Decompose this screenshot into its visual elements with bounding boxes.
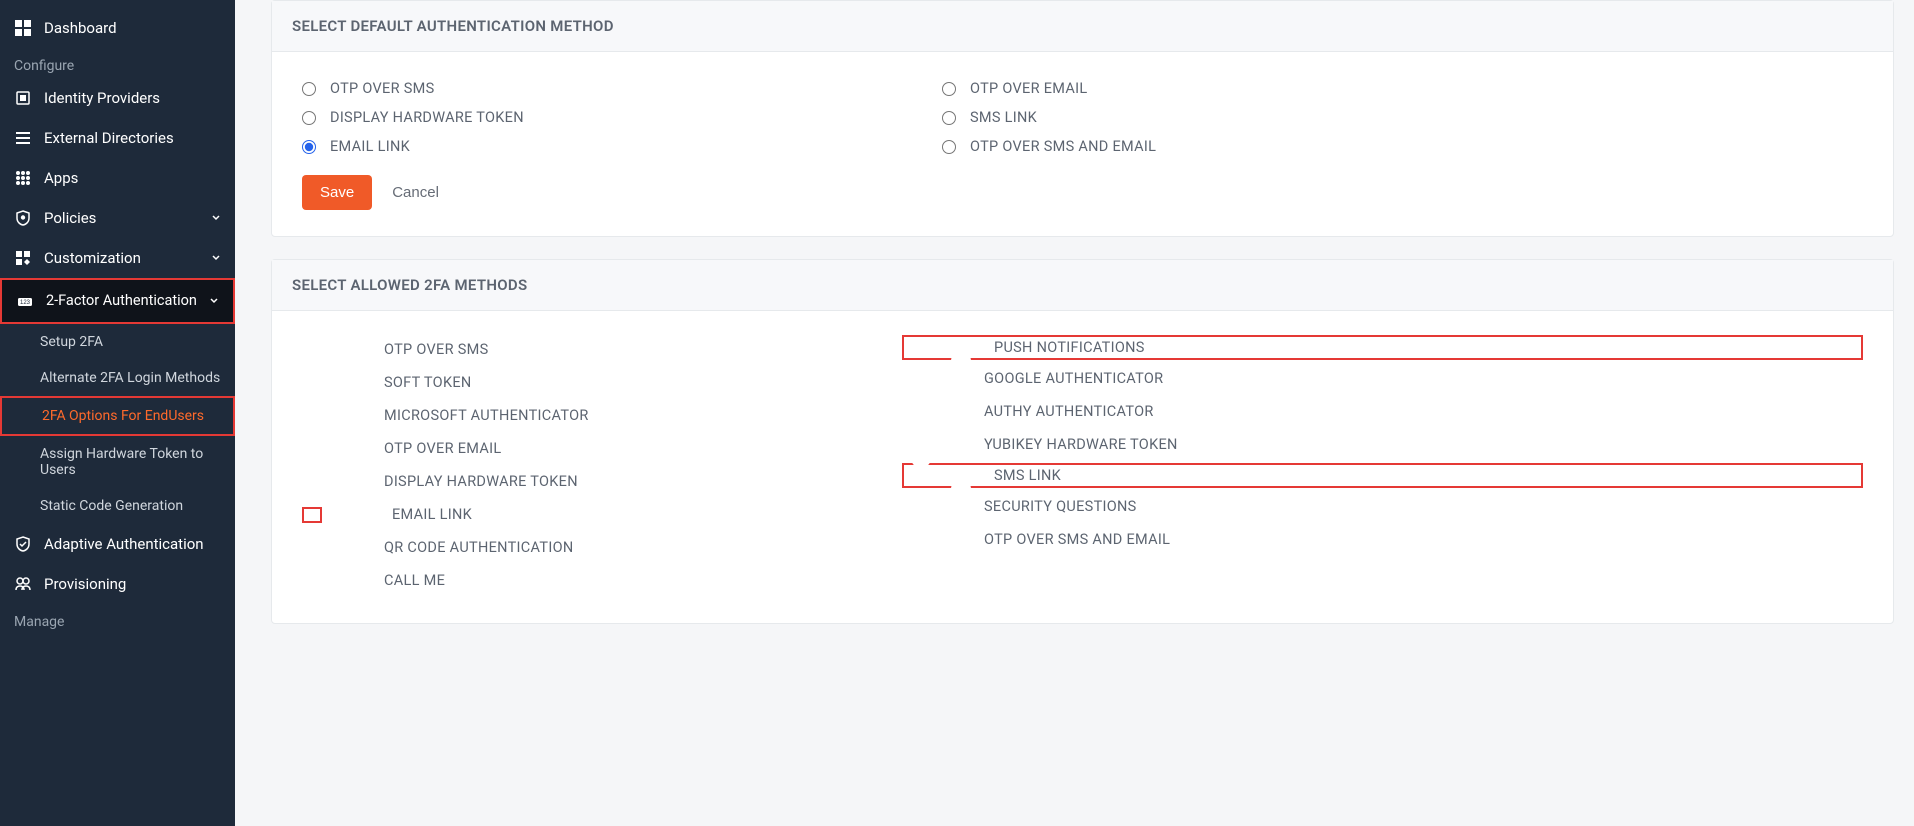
sidebar-item-label: Provisioning bbox=[44, 575, 221, 593]
toggle-row-authy: AUTHY AUTHENTICATOR bbox=[902, 395, 1863, 428]
radio-input[interactable] bbox=[302, 140, 316, 154]
radio-label: OTP OVER EMAIL bbox=[970, 80, 1087, 97]
toggle-col-left: OTP OVER SMS SOFT TOKEN MICROSOFT AUTHEN… bbox=[302, 333, 862, 597]
radio-otp-over-email[interactable]: OTP OVER EMAIL bbox=[942, 74, 1863, 103]
toggle-label: GOOGLE AUTHENTICATOR bbox=[984, 370, 1163, 387]
sidebar-subitem-options-highlight: 2FA Options For EndUsers bbox=[0, 396, 235, 436]
sidebar-subitem-2fa-options[interactable]: 2FA Options For EndUsers bbox=[2, 398, 233, 434]
radio-display-hardware-token[interactable]: DISPLAY HARDWARE TOKEN bbox=[302, 103, 862, 132]
sidebar-section-configure: Configure bbox=[0, 48, 235, 78]
radio-input[interactable] bbox=[942, 140, 956, 154]
sidebar-subitem-setup-2fa[interactable]: Setup 2FA bbox=[0, 324, 235, 360]
sidebar-subitem-assign-token[interactable]: Assign Hardware Token to Users bbox=[0, 436, 235, 488]
sidebar-subitem-alt-login[interactable]: Alternate 2FA Login Methods bbox=[0, 360, 235, 396]
toggle-label: MICROSOFT AUTHENTICATOR bbox=[384, 407, 589, 424]
sidebar-section-manage: Manage bbox=[0, 604, 235, 634]
toggle-label: PUSH NOTIFICATIONS bbox=[994, 339, 1145, 356]
radio-sms-link[interactable]: SMS LINK bbox=[942, 103, 1863, 132]
2fa-icon: 123 bbox=[16, 292, 34, 310]
save-button[interactable]: Save bbox=[302, 175, 372, 210]
sidebar-item-label: Policies bbox=[44, 209, 211, 227]
card-default-auth-method: SELECT DEFAULT AUTHENTICATION METHOD OTP… bbox=[271, 0, 1894, 237]
sidebar-item-apps[interactable]: Apps bbox=[0, 158, 235, 198]
idp-icon bbox=[14, 89, 32, 107]
radio-input[interactable] bbox=[302, 82, 316, 96]
card-header: SELECT DEFAULT AUTHENTICATION METHOD bbox=[272, 1, 1893, 52]
radio-email-link[interactable]: EMAIL LINK bbox=[302, 132, 862, 161]
radio-input[interactable] bbox=[942, 82, 956, 96]
svg-text:123: 123 bbox=[20, 300, 31, 306]
sidebar-item-2fa-highlight: 123 2-Factor Authentication bbox=[0, 278, 235, 324]
toggle-label: OTP OVER EMAIL bbox=[384, 440, 501, 457]
sidebar-item-label: Adaptive Authentication bbox=[44, 535, 221, 553]
directories-icon bbox=[14, 129, 32, 147]
card-header: SELECT ALLOWED 2FA METHODS bbox=[272, 260, 1893, 311]
sidebar-item-label: Apps bbox=[44, 169, 221, 187]
customization-icon bbox=[14, 249, 32, 267]
toggle-col-right: PUSH NOTIFICATIONS GOOGLE AUTHENTICATOR … bbox=[902, 333, 1863, 597]
toggle-label: EMAIL LINK bbox=[392, 506, 472, 523]
sidebar-item-label: External Directories bbox=[44, 129, 221, 147]
toggle-label: OTP OVER SMS AND EMAIL bbox=[984, 531, 1170, 548]
toggle-row-ms-authenticator: MICROSOFT AUTHENTICATOR bbox=[302, 399, 862, 432]
toggle-label: SMS LINK bbox=[994, 467, 1061, 484]
sidebar-item-label: 2-Factor Authentication bbox=[46, 292, 209, 309]
toggle-label: SOFT TOKEN bbox=[384, 374, 472, 391]
toggle-row-soft-token: SOFT TOKEN bbox=[302, 366, 862, 399]
toggle-row-display-hardware-token: DISPLAY HARDWARE TOKEN bbox=[302, 465, 862, 498]
toggle-label: SECURITY QUESTIONS bbox=[984, 498, 1137, 515]
toggle-row-security-questions: SECURITY QUESTIONS bbox=[902, 490, 1863, 523]
policies-icon bbox=[14, 209, 32, 227]
toggle-row-otp-over-email: OTP OVER EMAIL bbox=[302, 432, 862, 465]
highlight-email-link bbox=[302, 507, 322, 523]
toggle-row-sms-link: SMS LINK bbox=[902, 463, 1863, 488]
toggle-row-push-notifications: PUSH NOTIFICATIONS bbox=[902, 335, 1863, 360]
chevron-down-icon bbox=[209, 296, 219, 306]
cancel-button[interactable]: Cancel bbox=[392, 184, 439, 201]
chevron-down-icon bbox=[211, 253, 221, 263]
toggle-row-yubikey: YUBIKEY HARDWARE TOKEN bbox=[902, 428, 1863, 461]
provisioning-icon bbox=[14, 575, 32, 593]
toggle-row-call-me: CALL ME bbox=[302, 564, 862, 597]
toggle-row-google-authenticator: GOOGLE AUTHENTICATOR bbox=[902, 362, 1863, 395]
radio-otp-over-sms-and-email[interactable]: OTP OVER SMS AND EMAIL bbox=[942, 132, 1863, 161]
sidebar-item-dashboard[interactable]: Dashboard bbox=[0, 8, 235, 48]
sidebar-subitem-static-code[interactable]: Static Code Generation bbox=[0, 488, 235, 524]
toggle-row-otp-sms-and-email: OTP OVER SMS AND EMAIL bbox=[902, 523, 1863, 556]
radio-label: OTP OVER SMS AND EMAIL bbox=[970, 138, 1156, 155]
toggle-label: AUTHY AUTHENTICATOR bbox=[984, 403, 1154, 420]
chevron-down-icon bbox=[211, 213, 221, 223]
sidebar-item-policies[interactable]: Policies bbox=[0, 198, 235, 238]
toggle-row-email-link: EMAIL LINK bbox=[302, 498, 862, 531]
toggle-label: CALL ME bbox=[384, 572, 445, 589]
shield-check-icon bbox=[14, 535, 32, 553]
sidebar-item-provisioning[interactable]: Provisioning bbox=[0, 564, 235, 604]
radio-label: DISPLAY HARDWARE TOKEN bbox=[330, 109, 524, 126]
radio-label: OTP OVER SMS bbox=[330, 80, 434, 97]
radio-input[interactable] bbox=[302, 111, 316, 125]
sidebar-item-label: Customization bbox=[44, 249, 211, 267]
card-allowed-2fa-methods: SELECT ALLOWED 2FA METHODS OTP OVER SMS … bbox=[271, 259, 1894, 624]
toggle-row-qr-code: QR CODE AUTHENTICATION bbox=[302, 531, 862, 564]
sidebar-item-adaptive-auth[interactable]: Adaptive Authentication bbox=[0, 524, 235, 564]
toggle-label: DISPLAY HARDWARE TOKEN bbox=[384, 473, 578, 490]
radio-otp-over-sms[interactable]: OTP OVER SMS bbox=[302, 74, 862, 103]
sidebar-item-external-directories[interactable]: External Directories bbox=[0, 118, 235, 158]
sidebar-item-label: Identity Providers bbox=[44, 89, 221, 107]
sidebar-item-2fa[interactable]: 123 2-Factor Authentication bbox=[2, 280, 233, 322]
sidebar-item-label: Dashboard bbox=[44, 19, 221, 37]
radio-input[interactable] bbox=[942, 111, 956, 125]
sidebar-item-customization[interactable]: Customization bbox=[0, 238, 235, 278]
sidebar: Dashboard Configure Identity Providers E… bbox=[0, 0, 235, 826]
main-content: SELECT DEFAULT AUTHENTICATION METHOD OTP… bbox=[235, 0, 1914, 826]
toggle-label: QR CODE AUTHENTICATION bbox=[384, 539, 574, 556]
radio-label: EMAIL LINK bbox=[330, 138, 410, 155]
toggle-label: OTP OVER SMS bbox=[384, 341, 488, 358]
radio-label: SMS LINK bbox=[970, 109, 1037, 126]
sidebar-item-identity-providers[interactable]: Identity Providers bbox=[0, 78, 235, 118]
apps-icon bbox=[14, 169, 32, 187]
dashboard-icon bbox=[14, 19, 32, 37]
toggle-label: YUBIKEY HARDWARE TOKEN bbox=[984, 436, 1178, 453]
toggle-row-otp-over-sms: OTP OVER SMS bbox=[302, 333, 862, 366]
